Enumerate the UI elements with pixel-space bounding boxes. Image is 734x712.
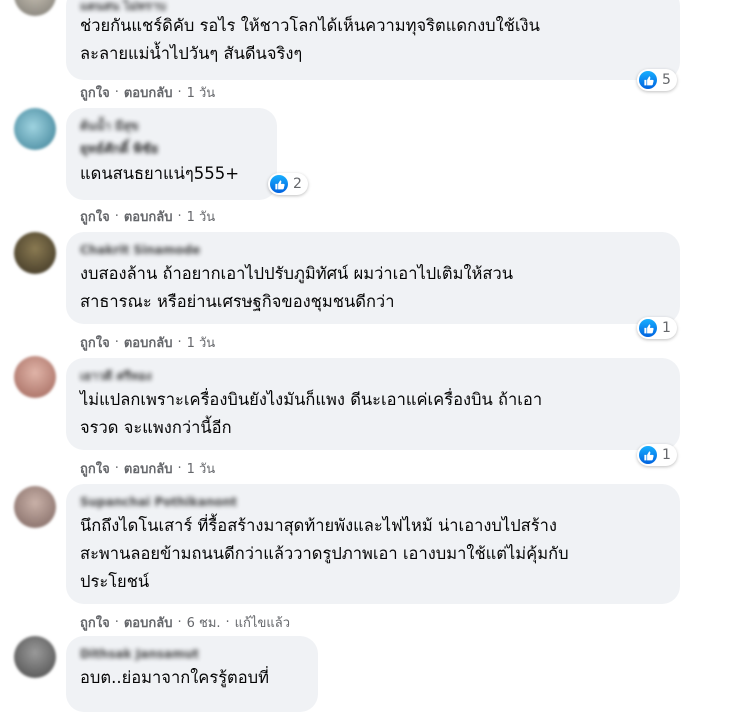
avatar[interactable] [14,232,56,274]
avatar[interactable] [14,356,56,398]
comment-bubble: Supanchai Pothikanont นึกถึงไดโนเสาร์ ที… [66,484,680,604]
comment-timestamp[interactable]: 1 วัน [187,206,216,227]
comment-text: แดนสนธยาแน่ๆ555+ [80,164,240,183]
separator: · [114,461,119,476]
reaction-count-value: 1 [662,320,671,336]
comment-timestamp[interactable]: 1 วัน [187,82,216,103]
comment-actions: ถูกใจ · ตอบกลับ · 1 วัน [80,332,215,353]
avatar[interactable] [14,486,56,528]
reaction-count[interactable]: 1 [637,444,677,466]
like-thumb-icon [639,319,657,337]
edited-label[interactable]: แก้ไขแล้ว [235,612,290,633]
reaction-count[interactable]: 1 [637,317,677,339]
comment-bubble: แดนสน ไม่ทราบ ช่วยกันแชร์ดิคับ รอไร ให้ช… [66,0,680,80]
like-thumb-icon [639,446,657,464]
like-button[interactable]: ถูกใจ [80,82,110,103]
separator: · [114,209,119,224]
comment-actions: ถูกใจ · ตอบกลับ · 1 วัน [80,206,215,227]
comment-author[interactable]: Chakrit Sinamode [80,242,666,258]
reaction-count-value: 2 [293,176,302,192]
reply-button[interactable]: ตอบกลับ [124,612,173,633]
avatar[interactable] [14,108,56,150]
comment-timestamp[interactable]: 1 วัน [187,332,216,353]
separator: · [114,85,119,100]
comment-bubble: ต้นน้ำ มีสุข ยุทธ์ศักดิ์ พิชัย แดนสนธยาแ… [66,108,277,200]
like-button[interactable]: ถูกใจ [80,206,110,227]
comment-text: งบสองล้าน ถ้าอยากเอาไปปรับภูมิทัศน์ ผมว่… [80,264,514,311]
comment-actions: ถูกใจ · ตอบกลับ · 1 วัน [80,82,215,103]
separator: · [177,461,182,476]
comment-bubble: Chakrit Sinamode งบสองล้าน ถ้าอยากเอาไปป… [66,232,680,324]
reply-button[interactable]: ตอบกลับ [124,458,173,479]
comment-author[interactable]: แดนสน ไม่ทราบ [80,0,666,14]
comment-author[interactable]: ต้นน้ำ มีสุข [80,118,263,134]
comment-actions: ถูกใจ · ตอบกลับ · 6 ชม. · แก้ไขแล้ว [80,612,290,633]
comment-author[interactable]: Supanchai Pothikanont [80,494,666,510]
like-thumb-icon [270,175,288,193]
reaction-count-value: 5 [662,72,671,88]
comment-text: ไม่แปลกเพราะเครื่องบินยังไงมันก็แพง ดีนะ… [80,390,543,437]
reaction-count[interactable]: 2 [268,173,308,195]
comment-actions: ถูกใจ · ตอบกลับ · 1 วัน [80,458,215,479]
comment-bubble: เยาวดี ศรีทอง ไม่แปลกเพราะเครื่องบินยังไ… [66,358,680,450]
comment-author-secondary[interactable]: ยุทธ์ศักดิ์ พิชัย [80,142,263,158]
comment-timestamp[interactable]: 6 ชม. [187,612,221,633]
separator: · [177,85,182,100]
comment-text: นึกถึงไดโนเสาร์ ที่รื้อสร้างมาสุดท้ายพัง… [80,516,569,591]
reply-button[interactable]: ตอบกลับ [124,332,173,353]
reaction-count[interactable]: 5 [637,69,677,91]
like-button[interactable]: ถูกใจ [80,612,110,633]
comment-bubble: Dithsak Jansamut อบต..ย่อมาจากใครรู้ตอบท… [66,636,318,712]
reaction-count-value: 1 [662,447,671,463]
avatar[interactable] [14,636,56,678]
comment-text: อบต..ย่อมาจากใครรู้ตอบที่ [80,668,270,687]
separator: · [114,615,119,630]
separator: · [225,615,230,630]
comment-timestamp[interactable]: 1 วัน [187,458,216,479]
like-button[interactable]: ถูกใจ [80,332,110,353]
separator: · [177,615,182,630]
reply-button[interactable]: ตอบกลับ [124,206,173,227]
reply-button[interactable]: ตอบกลับ [124,82,173,103]
comment-author[interactable]: เยาวดี ศรีทอง [80,368,666,384]
avatar[interactable] [14,0,56,16]
like-thumb-icon [639,71,657,89]
comment-text: ช่วยกันแชร์ดิคับ รอไร ให้ชาวโลกได้เห็นคว… [80,16,540,63]
comment-author[interactable]: Dithsak Jansamut [80,646,304,662]
separator: · [114,335,119,350]
like-button[interactable]: ถูกใจ [80,458,110,479]
separator: · [177,209,182,224]
separator: · [177,335,182,350]
